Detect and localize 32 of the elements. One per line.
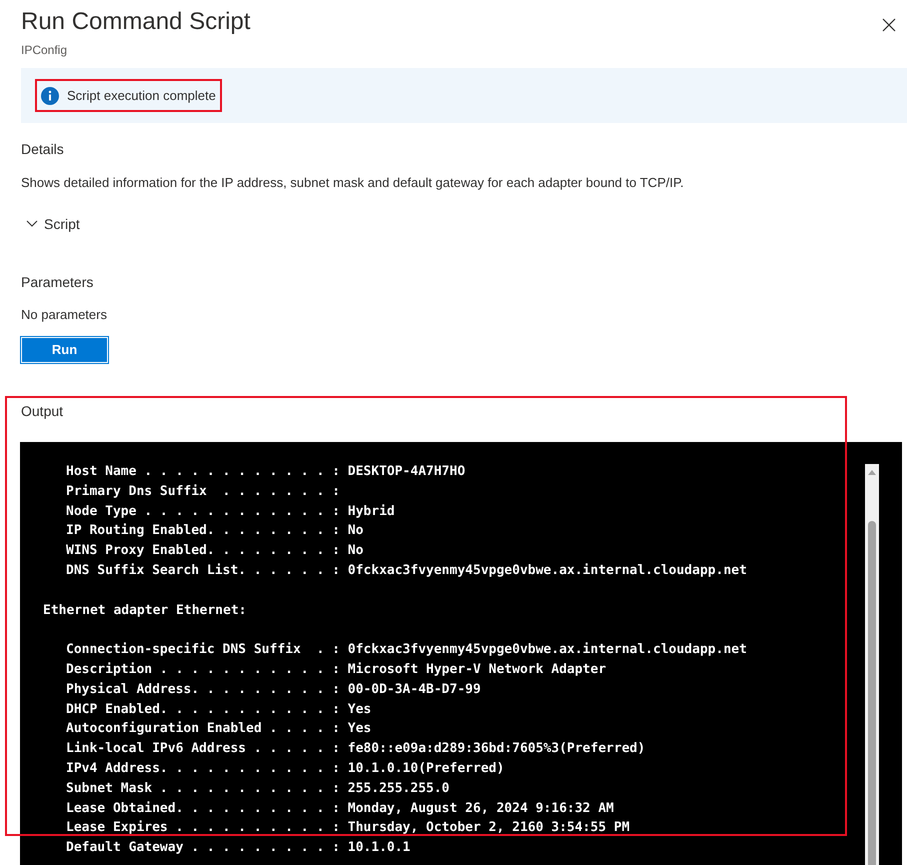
output-line: Primary Dns Suffix . . . . . . . : bbox=[66, 482, 340, 501]
output-line: Default Gateway . . . . . . . . . : 10.1.0.1 bbox=[66, 839, 410, 858]
panel-title: Run Command Script bbox=[21, 7, 250, 37]
section-heading: Details bbox=[21, 140, 65, 159]
output-line: DHCP Enabled. . . . . . . . . . . : Yes bbox=[66, 700, 372, 719]
scroll-thumb[interactable] bbox=[868, 521, 876, 865]
output-line: Autoconfiguration Enabled . . . . : Yes bbox=[66, 720, 372, 738]
panel-subtitle: IPConfig bbox=[21, 42, 68, 58]
run-button[interactable]: Run bbox=[21, 337, 108, 363]
output-line: Description . . . . . . . . . . . : Microsoft Hyper-V Network Adapter bbox=[66, 660, 606, 679]
output-line: Subnet Mask . . . . . . . . . . . : 255.255.255.0 bbox=[66, 780, 450, 798]
output-line: DNS Suffix Search List. . . . . . : 0fckxac3fvyenmy45vpge0vbwe.ax.internal.cloudapp.net bbox=[66, 562, 747, 580]
output-line: Node Type . . . . . . . . . . . . : Hybrid bbox=[66, 502, 395, 521]
output-line: Physical Address. . . . . . . . . : 00-0D-3A-4B-D7-99 bbox=[66, 680, 481, 699]
output-line: Connection-specific DNS Suffix . : 0fckxac3fvyenmy45vpge0vbwe.ax.internal.cloudapp.net bbox=[66, 641, 747, 660]
parameters-text: No parameters bbox=[21, 306, 108, 324]
script-expander[interactable]: Script bbox=[26, 214, 80, 234]
output-line: WINS Proxy Enabled. . . . . . . . : No bbox=[66, 542, 364, 560]
info-icon bbox=[41, 86, 59, 104]
scrollbar[interactable] bbox=[865, 464, 879, 865]
output-line: Link-local IPv6 Address . . . . . : fe80::e09a:d289:36bd:7605%3(Preferred) bbox=[66, 740, 646, 758]
output-line: IP Routing Enabled. . . . . . . . : No bbox=[66, 522, 364, 540]
output-line: Host Name . . . . . . . . . . . . : DESKTOP-4A7H7HO bbox=[66, 463, 466, 481]
output-line: IPv4 Address. . . . . . . . . . . : 10.1.0.10(Preferred) bbox=[66, 760, 504, 778]
scroll-up-icon[interactable] bbox=[868, 469, 876, 475]
section-heading: Parameters bbox=[21, 273, 94, 292]
details-description: Shows detailed information for the IP address, subnet mask and default gateway for each adapter bound to TCP/IP. bbox=[21, 174, 685, 192]
output-line: Lease Expires . . . . . . . . . . : Thursday, October 2, 2160 3:54:55 PM bbox=[66, 819, 630, 838]
section-heading: Output bbox=[21, 402, 64, 421]
notice-text: Script execution complete bbox=[67, 86, 216, 105]
output-line: Lease Obtained. . . . . . . . . . : Monday, August 26, 2024 9:16:32 AM bbox=[66, 800, 614, 818]
output-heading: Ethernet adapter Ethernet: bbox=[43, 602, 246, 620]
